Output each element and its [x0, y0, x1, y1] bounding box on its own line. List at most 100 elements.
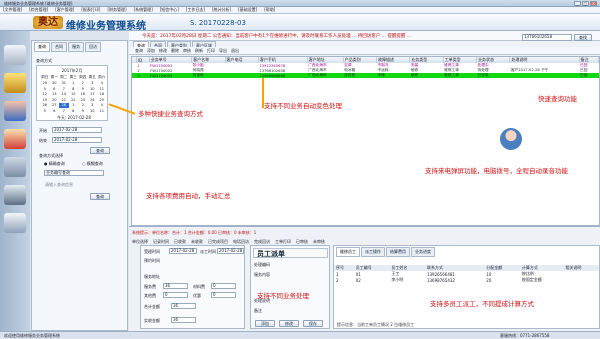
menu-report[interactable]: [报表打印]: [81, 7, 100, 13]
keyword-query-button[interactable]: 查询: [90, 193, 110, 200]
weekday: 周三: [69, 75, 77, 80]
menu-file[interactable]: [文件管理]: [3, 7, 22, 13]
dispatch-time-field[interactable]: 2017-02-28: [217, 248, 244, 254]
toolbar-query[interactable]: 查询: [135, 48, 143, 54]
annotation-arrow: [262, 78, 264, 108]
calendar-title: 2017年2月: [61, 68, 83, 73]
business-grid: ID 业务单号 客户名称 客户电话 客户手机 客户地址 产品类别 故障描述 业务…: [131, 56, 600, 226]
toolbar-audit[interactable]: 审核: [183, 48, 191, 54]
cell: 李小明: [391, 277, 404, 282]
menu-sms[interactable]: [短信中心]: [160, 7, 179, 13]
menu-help[interactable]: [帮助]: [264, 7, 275, 13]
form-label: 派工时间: [200, 249, 216, 254]
toolbar-add[interactable]: 添加: [147, 48, 155, 54]
menu-stats[interactable]: [统计分析]: [212, 7, 231, 13]
calendar-today[interactable]: 今天: 2017-02-28: [57, 115, 91, 121]
status-right: 客服热线：0771-2867558: [500, 333, 550, 338]
phone-search-input[interactable]: 13766102658: [522, 34, 572, 41]
tab-progress[interactable]: 业务进度: [411, 247, 435, 257]
toolbar-refresh[interactable]: 刷新: [195, 48, 203, 54]
material-fee-field[interactable]: 0: [211, 283, 236, 289]
weekday: 周四: [79, 75, 87, 80]
help-icon[interactable]: [4, 129, 26, 149]
menu-worklog[interactable]: [工作日志]: [186, 7, 205, 13]
annotation-color: 支持不同业务自动变色处理: [264, 102, 342, 110]
cash-register-icon[interactable]: [4, 45, 26, 65]
menu-finance[interactable]: [财务管理]: [108, 7, 127, 13]
dispatch-title: 员工派单: [253, 248, 328, 258]
day[interactable]: 10: [88, 108, 98, 114]
weekday: 周六: [98, 75, 106, 80]
fuzzy-query-radio[interactable]: ○ 模糊查询: [82, 161, 103, 167]
toolbar-edit[interactable]: 修改: [159, 48, 167, 54]
worker-status: 提示信息：当前工单员工情况 2 位维修员工: [337, 322, 415, 327]
cell: 02: [355, 277, 361, 283]
toolbar-print[interactable]: 打印: [207, 48, 215, 54]
total-field[interactable]: 36: [171, 303, 196, 309]
form-label: 服务地址: [144, 274, 160, 279]
phone-search-button[interactable]: 查找: [574, 34, 592, 41]
calendar-icon[interactable]: [4, 213, 26, 233]
other-fee-field[interactable]: 0: [163, 292, 188, 298]
user-icon[interactable]: [4, 101, 26, 121]
discount-field[interactable]: 0: [211, 292, 236, 298]
start-date-field[interactable]: 2017-02-28: [52, 127, 102, 133]
edit-button[interactable]: 修改: [279, 320, 299, 327]
folder-icon[interactable]: [4, 73, 26, 93]
cell: 3: [136, 73, 150, 78]
tab-workers[interactable]: 维修员工: [336, 247, 360, 257]
tab-query[interactable]: 查询: [34, 42, 50, 52]
app-logo: 奥达: [33, 16, 63, 29]
cell: 广西北海市: [307, 73, 344, 78]
exact-query-radio[interactable]: ● 精确查询: [44, 161, 65, 167]
detail-label: 备注: [254, 308, 262, 313]
tab-dispatch-op[interactable]: 派工操作: [361, 247, 385, 257]
form-label: 材料费: [193, 284, 205, 289]
end-date-field[interactable]: 2017-02-28: [52, 137, 102, 143]
service-fee-field[interactable]: 36: [163, 283, 188, 289]
query-type-select[interactable]: 业务编号查询: [44, 170, 104, 176]
table-row[interactable]: 2 02 李小明 13698765432 20 按固定金额: [334, 277, 599, 283]
cell: 已回: [579, 73, 599, 78]
menu-system[interactable]: [系统管理]: [134, 7, 153, 13]
menu-settings[interactable]: [基础设置]: [238, 7, 257, 13]
tab-settlement[interactable]: 结算费用: [386, 247, 410, 257]
worker-table: 序号 员工编号 员工姓名 联系方式 分配金额 计算方式 相关说明 1 01 王工 13…: [334, 265, 599, 283]
sidebar: [0, 31, 30, 331]
day[interactable]: 6: [50, 108, 60, 114]
minimize-button[interactable]: _: [574, 1, 581, 6]
tab-service[interactable]: 服务: [68, 42, 84, 52]
day[interactable]: 5: [40, 108, 50, 114]
calendar-grid: 周日 周一 周二 周三 周四 周五 周六 29 30 31 1 2 3 4 5 6 7 8 9 10 11 12 13…: [40, 75, 107, 114]
day[interactable]: 7: [59, 108, 69, 114]
maximize-button[interactable]: □: [582, 1, 589, 6]
form-label: 合计金额: [144, 304, 160, 309]
date-query-button[interactable]: 查询: [90, 147, 110, 154]
save-button[interactable]: 保存: [303, 320, 323, 327]
calendar[interactable]: 2017年2月 周日 周一 周二 周三 周四 周五 周六 29 30 31 1 2 3 4 567891…: [36, 65, 108, 121]
day[interactable]: 11: [97, 108, 107, 114]
annotation-query: 多种快捷业务查询方式: [138, 110, 203, 118]
printer-icon[interactable]: [4, 185, 26, 205]
add-button[interactable]: 添加: [255, 320, 275, 327]
paid-field[interactable]: 36: [171, 317, 196, 323]
cell: [509, 73, 580, 78]
tab-visit[interactable]: 回访: [85, 42, 101, 52]
table-row[interactable]: 3 FW1700003 苏宝林 13986666668 广西北海市 洗衣机 不转 维修 维修工单…: [132, 73, 599, 78]
tab-contract[interactable]: 合同: [51, 42, 67, 52]
day[interactable]: 9: [78, 108, 88, 114]
toolbar-exit[interactable]: 退出: [231, 48, 239, 54]
annotation-quick-search: 快速查询功能: [538, 95, 577, 103]
worker-panel: 维修员工 派工操作 结算费用 业务进度 序号 员工编号 员工姓名 联系方式 分配…: [333, 245, 600, 329]
document-icon[interactable]: [4, 157, 26, 177]
toolbar-delete[interactable]: 删除: [171, 48, 179, 54]
keyword-input[interactable]: 请输入查询信息: [45, 182, 73, 188]
close-button[interactable]: ×: [590, 1, 597, 6]
toolbar-export[interactable]: 导出: [219, 48, 227, 54]
accept-time-field[interactable]: 2017-02-28: [169, 248, 197, 254]
menu-customer[interactable]: [客户管理]: [55, 7, 74, 13]
menu-general[interactable]: [综合管理]: [29, 7, 48, 13]
cell: [563, 277, 599, 283]
app-version: S. 20170228-03: [190, 19, 246, 27]
day[interactable]: 8: [69, 108, 79, 114]
